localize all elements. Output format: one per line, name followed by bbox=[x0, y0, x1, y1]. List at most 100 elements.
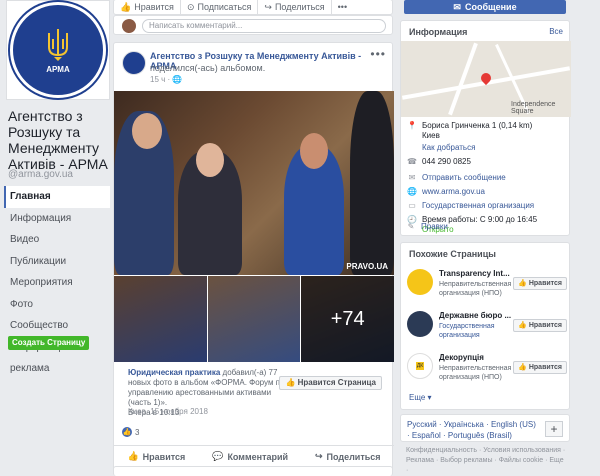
page-title[interactable]: Агентство з Розшуку та Менеджменту Актив… bbox=[8, 108, 112, 172]
nav-item-photos[interactable]: Фото bbox=[4, 294, 110, 316]
share-button[interactable]: ↪ Поделиться bbox=[258, 0, 332, 14]
location-icon: 📍 bbox=[407, 121, 417, 130]
shared-author-link[interactable]: Юридическая практика bbox=[128, 368, 220, 377]
address-row: 📍 Бориса Гринченка 1 (0,14 km) Киев bbox=[407, 121, 532, 141]
arma-logo: АРМА bbox=[10, 2, 106, 98]
follow-label: Подписаться bbox=[197, 2, 252, 12]
main-photo[interactable]: PRAVO.UA bbox=[114, 91, 394, 275]
info-see-all-link[interactable]: Все bbox=[549, 27, 563, 36]
reaction-summary[interactable]: 👍 3 bbox=[122, 427, 139, 437]
more-label: Еще bbox=[409, 393, 426, 402]
nav-item-posts[interactable]: Публикации bbox=[4, 251, 110, 273]
nav-item-events[interactable]: Мероприятия bbox=[4, 272, 110, 294]
phone-row: ☎ 044 290 0825 bbox=[407, 157, 471, 167]
similar-page-like-button[interactable]: 👍 Нравится bbox=[513, 319, 567, 332]
phone-text: 044 290 0825 bbox=[422, 157, 471, 166]
comment-box: Написать комментарий... bbox=[113, 15, 393, 35]
thumbs-up-icon: 👍 bbox=[285, 378, 296, 387]
nav-item-community[interactable]: Сообщество bbox=[4, 315, 110, 337]
follow-button[interactable]: ⊙ Подписаться bbox=[181, 0, 259, 14]
photo-thumb[interactable] bbox=[114, 276, 207, 362]
page-handle[interactable]: @arma.gov.ua bbox=[8, 169, 73, 180]
post-like-button[interactable]: 👍 Нравится bbox=[127, 451, 185, 462]
sim-like-label: Нравится bbox=[528, 322, 562, 329]
photo-thumb[interactable] bbox=[207, 276, 301, 362]
similar-page-like-button[interactable]: 👍 Нравится bbox=[513, 277, 567, 290]
similar-page-name[interactable]: Державне бюро ... bbox=[439, 311, 511, 320]
category-icon: ▭ bbox=[408, 201, 416, 210]
globe-icon: 🌐 bbox=[407, 187, 417, 196]
directions-link[interactable]: Как добраться bbox=[422, 143, 475, 153]
similar-page-category: Неправительственная организация (НПО) bbox=[439, 281, 512, 297]
phone-icon: ☎ bbox=[407, 157, 417, 166]
directions-row[interactable]: Как добраться bbox=[407, 143, 475, 153]
post-options-button[interactable]: ••• bbox=[370, 47, 386, 61]
post-share-button[interactable]: ↪ Поделиться bbox=[315, 451, 381, 462]
post-subtitle: поделился(-ась) альбомом. bbox=[150, 63, 266, 73]
thumbs-up-icon: 👍 bbox=[127, 451, 139, 461]
trident-icon bbox=[48, 28, 68, 61]
website-row[interactable]: 🌐 www.arma.gov.ua bbox=[407, 187, 485, 197]
nav-item-info[interactable]: Информация bbox=[4, 208, 110, 230]
face bbox=[196, 143, 224, 177]
similar-page-item[interactable]: ДК Декорупція Неправительственная органи… bbox=[407, 353, 567, 389]
similar-page-item[interactable]: Державне бюро ... Государственная органи… bbox=[407, 311, 567, 347]
photo-thumb[interactable]: +74 bbox=[301, 276, 395, 362]
photo-thumbnails: +74 bbox=[114, 276, 395, 362]
add-language-button[interactable]: + bbox=[545, 421, 563, 437]
logo-mark: ДК bbox=[415, 362, 425, 370]
share-label: Поделиться bbox=[274, 2, 325, 12]
more-similar-link[interactable]: Еще ▾ bbox=[409, 393, 432, 402]
left-column: АРМА Агентство з Розшуку та Менеджменту … bbox=[0, 0, 112, 476]
suggest-edits-link[interactable]: Правки bbox=[421, 222, 448, 232]
post-timestamp[interactable]: 15 ч · 🌐 bbox=[150, 75, 182, 84]
like-button[interactable]: 👍 Нравится bbox=[114, 0, 181, 14]
messenger-icon: ✉ bbox=[453, 1, 461, 12]
similar-page-name[interactable]: Transparency Int... bbox=[439, 269, 510, 278]
similar-page-item[interactable]: Transparency Int... Неправительственная … bbox=[407, 269, 567, 305]
nav-item-videos[interactable]: Видео bbox=[4, 229, 110, 251]
post-comment-button[interactable]: 💬 Комментарий bbox=[212, 451, 288, 462]
like-page-label: Нравится Страница bbox=[297, 378, 376, 387]
post-action-bar: 👍 Нравится 💬 Комментарий ↪ Поделиться bbox=[114, 445, 394, 467]
footer-links[interactable]: Конфиденциальность · Условия использован… bbox=[406, 446, 566, 476]
more-button[interactable]: ••• bbox=[332, 0, 353, 14]
messenger-icon: ✉ bbox=[408, 173, 416, 182]
thumbs-up-icon: 👍 bbox=[120, 1, 132, 12]
category-row[interactable]: ▭ Государственная организация bbox=[407, 201, 534, 211]
similar-pages-panel: Похожие Страницы Transparency Int... Неп… bbox=[400, 242, 570, 410]
decorruption-logo: ДК bbox=[407, 353, 433, 379]
sim-like-label: Нравится bbox=[528, 364, 562, 371]
share-icon: ↪ bbox=[264, 1, 272, 12]
similar-page-category: Государственная организация bbox=[439, 323, 495, 339]
more-photos-overlay: +74 bbox=[301, 276, 395, 362]
map-road bbox=[448, 42, 478, 116]
edits-row[interactable]: ✎ Правки bbox=[406, 222, 448, 232]
message-row[interactable]: ✉ Отправить сообщение bbox=[407, 173, 506, 183]
globe-icon: 🌐 bbox=[172, 75, 183, 84]
send-message-button[interactable]: ✉ Сообщение bbox=[404, 0, 566, 14]
page-logo[interactable]: АРМА bbox=[6, 0, 110, 100]
send-message-link[interactable]: Отправить сообщение bbox=[422, 173, 506, 183]
similar-page-like-button[interactable]: 👍 Нравится bbox=[513, 361, 567, 374]
album-post: Агентство з Розшуку та Менеджменту Актив… bbox=[113, 42, 395, 476]
category-link[interactable]: Государственная организация bbox=[422, 201, 534, 211]
like-page-button[interactable]: 👍 Нравится Страница bbox=[279, 376, 382, 390]
map-label: Independence Square bbox=[511, 101, 556, 115]
edit-icon: ✎ bbox=[407, 222, 415, 231]
comment-input[interactable]: Написать комментарий... bbox=[142, 19, 386, 33]
like-reaction-icon: 👍 bbox=[122, 427, 132, 437]
similar-page-name[interactable]: Декорупція bbox=[439, 353, 484, 362]
location-map[interactable]: Independence Square bbox=[401, 41, 571, 117]
language-links[interactable]: Русский · Українська · English (US) · Es… bbox=[407, 419, 537, 441]
similar-page-category: Неправительственная организация (НПО) bbox=[439, 365, 512, 381]
face bbox=[300, 133, 328, 169]
similar-pages-title: Похожие Страницы bbox=[409, 249, 496, 259]
address-text: Бориса Гринченка 1 (0,14 km) bbox=[422, 121, 533, 130]
website-link[interactable]: www.arma.gov.ua bbox=[422, 187, 485, 197]
create-page-button[interactable]: Создать Страницу bbox=[8, 336, 90, 350]
watermark: PRAVO.UA bbox=[346, 262, 388, 271]
author-avatar[interactable] bbox=[122, 51, 146, 75]
nav-item-home[interactable]: Главная bbox=[4, 186, 110, 208]
city-text: Киев bbox=[422, 131, 440, 140]
